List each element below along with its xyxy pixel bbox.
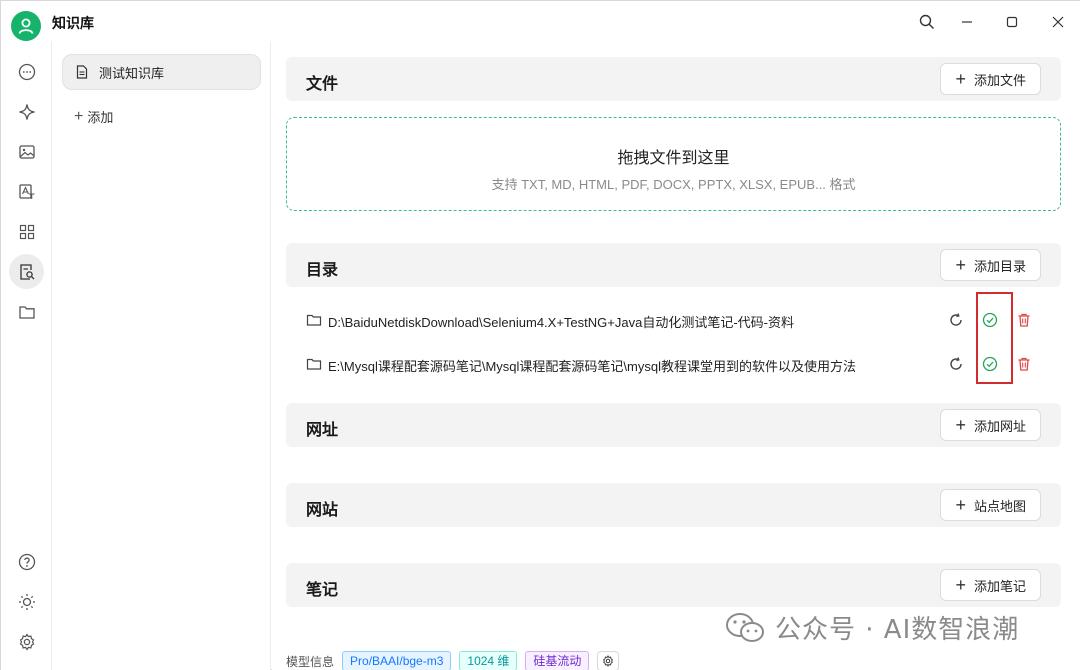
add-directory-button[interactable]: + 添加目录 — [940, 249, 1041, 281]
plus-icon: + — [955, 575, 966, 595]
translate-icon — [18, 183, 34, 199]
kb-item[interactable]: 测试知识库 — [62, 54, 261, 90]
dimension-tag: 1024 维 — [459, 651, 518, 670]
model-info-bar: 模型信息 Pro/BAAI/bge-m3 1024 维 硅基流动 — [286, 651, 620, 670]
dropzone-title: 拖拽文件到这里 — [617, 150, 730, 167]
rail-agents[interactable] — [9, 94, 44, 129]
knowledge-search-icon — [19, 263, 34, 280]
search-button[interactable] — [914, 9, 940, 35]
rail-images[interactable] — [9, 134, 44, 169]
directories-title: 目录 — [306, 262, 339, 279]
add-directory-label: 添加目录 — [973, 258, 1026, 274]
urls-section-header: 网址 + 添加网址 — [286, 403, 1061, 447]
add-file-button[interactable]: + 添加文件 — [940, 63, 1041, 95]
folder-icon — [306, 358, 322, 370]
rail-settings[interactable] — [9, 624, 44, 659]
add-kb-button[interactable]: + 添加 — [74, 107, 113, 126]
title-bar: 知识库 — [1, 1, 1080, 41]
theme-sun-icon — [18, 593, 35, 610]
model-tag: Pro/BAAI/bge-m3 — [342, 651, 452, 670]
maximize-icon — [1006, 16, 1018, 28]
sparkle-icon — [18, 103, 35, 120]
chat-icon — [18, 63, 35, 80]
rail-files[interactable] — [9, 294, 44, 329]
add-kb-label: 添加 — [87, 110, 114, 125]
notes-section-header: 笔记 + 添加笔记 — [286, 563, 1061, 607]
rail-translate[interactable] — [9, 174, 44, 209]
trash-icon — [1018, 313, 1030, 327]
help-icon — [18, 553, 35, 570]
status-highlight-box — [976, 292, 1013, 384]
refresh-button[interactable] — [946, 354, 966, 374]
plus-icon: + — [955, 69, 966, 89]
dropzone-subtitle: 支持 TXT, MD, HTML, PDF, DOCX, PPTX, XLSX,… — [491, 177, 856, 192]
add-file-label: 添加文件 — [973, 72, 1026, 88]
grid-icon — [19, 224, 34, 239]
files-title: 文件 — [306, 76, 339, 93]
sitemap-label: 站点地图 — [973, 498, 1026, 514]
delete-button[interactable] — [1014, 310, 1034, 330]
document-icon — [76, 65, 88, 79]
add-note-label: 添加笔记 — [973, 578, 1026, 594]
urls-title: 网址 — [306, 422, 339, 439]
kb-item-label: 测试知识库 — [99, 65, 165, 81]
rail-knowledge[interactable] — [9, 254, 44, 289]
directories-section-header: 目录 + 添加目录 — [286, 243, 1061, 287]
knowledge-base-list: 测试知识库 + 添加 — [52, 41, 271, 670]
watermark: 公众号 · AI数智浪潮 — [725, 609, 1019, 646]
folder-icon — [18, 305, 35, 319]
rail-chat[interactable] — [9, 54, 44, 89]
sites-title: 网站 — [306, 502, 339, 519]
minimize-button[interactable] — [954, 9, 980, 35]
refresh-button[interactable] — [946, 310, 966, 330]
model-settings-button[interactable] — [597, 651, 620, 670]
close-icon — [1052, 16, 1064, 28]
app-title: 知识库 — [52, 15, 94, 31]
minimize-icon — [962, 21, 972, 23]
file-dropzone[interactable]: 拖拽文件到这里 支持 TXT, MD, HTML, PDF, DOCX, PPT… — [286, 117, 1061, 211]
rail-theme[interactable] — [9, 584, 44, 619]
gear-icon — [603, 655, 614, 667]
delete-button[interactable] — [1014, 354, 1034, 374]
sitemap-button[interactable]: + 站点地图 — [940, 489, 1041, 521]
knowledge-detail: 文件 + 添加文件 拖拽文件到这里 支持 TXT, MD, HTML, PDF,… — [272, 41, 1080, 670]
directory-row: D:\BaiduNetdiskDownload\Selenium4.X+Test… — [286, 300, 1061, 340]
settings-icon — [19, 632, 34, 651]
close-button[interactable] — [1045, 9, 1071, 35]
directory-row: E:\Mysql课程配套源码笔记\Mysql课程配套源码笔记\mysql教程课堂… — [286, 344, 1061, 384]
plus-icon: + — [955, 415, 966, 435]
directory-path: D:\BaiduNetdiskDownload\Selenium4.X+Test… — [328, 315, 794, 330]
refresh-icon — [950, 313, 962, 326]
notes-title: 笔记 — [306, 582, 339, 599]
user-avatar[interactable] — [11, 11, 41, 41]
wechat-icon — [726, 612, 764, 642]
sites-section-header: 网站 + 站点地图 — [286, 483, 1061, 527]
trash-icon — [1018, 357, 1030, 371]
app-window: 知识库 测试知识库 + 添加 文件 + 添加文件 拖拽文件到这里 支持 TXT,… — [0, 0, 1080, 670]
provider-tag: 硅基流动 — [525, 651, 590, 670]
search-icon — [919, 14, 934, 29]
add-url-label: 添加网址 — [973, 418, 1026, 434]
image-icon — [18, 144, 35, 159]
maximize-button[interactable] — [999, 9, 1025, 35]
plus-icon: + — [955, 495, 966, 515]
rail-help[interactable] — [9, 544, 44, 579]
plus-icon: + — [74, 107, 84, 125]
files-section-header: 文件 + 添加文件 — [286, 57, 1061, 101]
rail-apps[interactable] — [9, 214, 44, 249]
add-note-button[interactable]: + 添加笔记 — [940, 569, 1041, 601]
nav-rail — [1, 41, 52, 670]
watermark-text: 公众号 · AI数智浪潮 — [775, 615, 1020, 645]
plus-icon: + — [955, 255, 966, 275]
add-url-button[interactable]: + 添加网址 — [940, 409, 1041, 441]
directory-path: E:\Mysql课程配套源码笔记\Mysql课程配套源码笔记\mysql教程课堂… — [328, 359, 856, 374]
model-info-label: 模型信息 — [286, 654, 335, 669]
user-icon — [18, 18, 34, 34]
folder-icon — [306, 314, 322, 326]
refresh-icon — [950, 357, 962, 370]
